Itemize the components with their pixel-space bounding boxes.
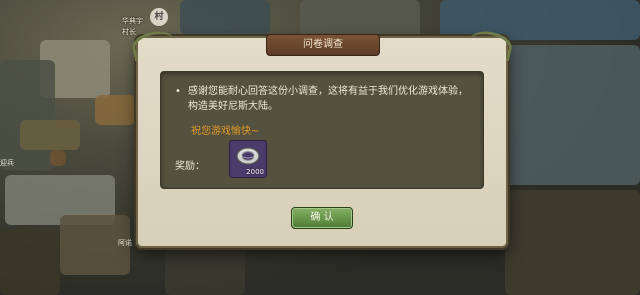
chief-icon[interactable]: 村 [150, 8, 168, 26]
wooden-dock [505, 190, 640, 295]
building-right [505, 45, 640, 185]
wish-text: 祝您游戏愉快~ [191, 126, 260, 137]
npc-name-bottom[interactable]: 阿诺 [118, 238, 132, 248]
survey-dialog: 问卷调查 • 感谢您能耐心回答这份小调查，这将有益于我们优化游戏体验，构造美好尼… [129, 27, 515, 248]
ground-bottom-left [0, 230, 60, 295]
pot [50, 150, 66, 166]
roof-top-left [180, 0, 270, 34]
chief-name: 村长 [122, 28, 136, 36]
survey-message: • 感谢您能耐心回答这份小调查，这将有益于我们优化游戏体验，构造美好尼斯大陆。 [175, 84, 475, 114]
npc-name-left[interactable]: 迎兵 [0, 158, 14, 168]
survey-message-text: 感谢您能耐心回答这份小调查，这将有益于我们优化游戏体验，构造美好尼斯大陆。 [188, 86, 468, 112]
ground-bottom [165, 245, 245, 295]
dialog-title: 问卷调查 [266, 34, 380, 56]
gear-coin-icon [236, 147, 260, 165]
reward-quantity: 2000 [246, 168, 264, 176]
npc-name-top[interactable]: 华典宇 [122, 16, 143, 26]
building-left [0, 60, 55, 170]
dialog-content-panel: • 感谢您能耐心回答这份小调查，这将有益于我们优化游戏体验，构造美好尼斯大陆。 … [160, 71, 484, 189]
reward-label: 奖励： [175, 161, 205, 172]
fence [20, 120, 80, 150]
blue-roof [440, 0, 640, 40]
reward-item-slot[interactable]: 2000 [229, 140, 267, 178]
crate [95, 95, 135, 125]
bullet-icon: • [175, 86, 181, 97]
confirm-button[interactable]: 确 认 [291, 207, 353, 229]
